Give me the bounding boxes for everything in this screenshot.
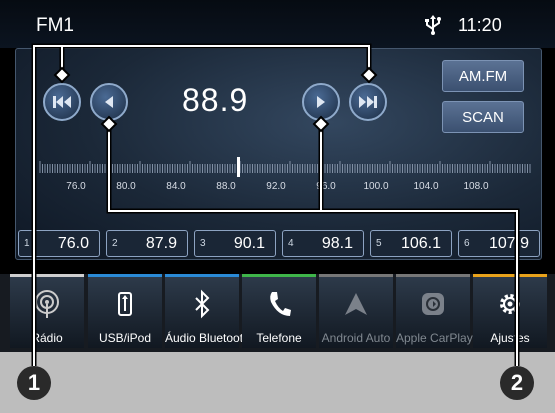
dock-label: Apple CarPlay [396,331,473,345]
preset-frequency: 90.1 [233,235,265,252]
preset-number: 6 [464,238,470,249]
dock-android-auto[interactable]: Android Auto [319,274,393,348]
preset-number: 4 [288,238,294,249]
skip-back-icon [53,96,71,108]
preset-frequency: 106.1 [400,235,441,252]
tuning-indicator[interactable] [237,157,240,177]
preset-number: 1 [24,238,30,249]
skip-forward-icon [359,96,377,108]
dock-phone[interactable]: Telefone [242,274,316,348]
dock-bluetooth-audio[interactable]: Áudio Bluetooth [165,274,250,348]
clock: 11:20 [458,15,502,35]
scale-label: 104.0 [413,181,439,192]
preset-button-3[interactable]: 3 90.1 [194,230,276,257]
dock-radio[interactable]: Rádio [10,274,84,348]
preset-number: 5 [376,238,382,249]
scale-label: 84.0 [166,181,186,192]
dock-label: Telefone [256,331,302,345]
preset-button-6[interactable]: 6 107.9 [458,230,540,257]
preset-frequency: 76.0 [57,235,89,252]
dock-label: Ajustes [490,331,530,345]
preset-frequency: 87.9 [145,235,177,252]
frequency-display: 88.9 [182,82,249,118]
scale-label: 100.0 [363,181,389,192]
am-fm-button[interactable]: AM.FM [442,60,524,92]
preset-number: 2 [112,238,118,249]
bluetooth-icon [195,289,210,319]
preset-bar: 1 76.0 2 87.9 3 90.1 4 98.1 5 106.1 6 10… [18,230,540,258]
scale-label: 76.0 [66,181,86,192]
preset-frequency: 107.9 [488,235,529,252]
tune-up-button[interactable] [302,83,340,121]
band-label: FM1 [36,15,74,36]
preset-button-4[interactable]: 4 98.1 [282,230,364,257]
usb-trident-icon [425,15,441,35]
dock-label: Áudio Bluetooth [165,331,250,345]
arrow-left-icon [105,96,113,108]
android-auto-icon [345,293,367,315]
callout-2: 2 [500,366,534,400]
dock-usb-ipod[interactable]: USB/iPod [88,274,162,348]
scale-label: 88.0 [216,181,236,192]
callout-1: 1 [17,366,51,400]
scale-label: 92.0 [266,181,286,192]
tune-down-button[interactable] [90,83,128,121]
frequency-scale[interactable] [32,157,532,177]
seek-back-button[interactable] [43,83,81,121]
gear-icon [500,294,520,314]
dock-label: USB/iPod [98,331,152,345]
dock-apple-carplay[interactable]: Apple CarPlay [396,274,473,348]
dock-label: Rádio [31,331,63,345]
preset-button-2[interactable]: 2 87.9 [106,230,188,257]
carplay-icon [422,293,444,315]
scale-label: 80.0 [116,181,136,192]
seek-forward-button[interactable] [349,83,387,121]
preset-frequency: 98.1 [321,235,353,252]
scale-label: 96.0 [316,181,336,192]
phone-icon [270,292,291,316]
scan-button[interactable]: SCAN [442,101,524,133]
status-bar: FM1 11:20 [0,0,555,48]
preset-number: 3 [200,238,206,249]
dock-settings[interactable]: Ajustes [473,274,547,348]
dock-label: Android Auto [321,331,391,345]
arrow-right-icon [317,96,325,108]
preset-button-5[interactable]: 5 106.1 [370,230,452,257]
head-unit-screen: FM1 11:20 88.9 AM.FM SCAN 76.0 80.0 84.0… [0,0,555,352]
scale-label: 108.0 [463,181,489,192]
usb-icon [118,292,132,316]
preset-button-1[interactable]: 1 76.0 [18,230,100,257]
radio-icon [35,290,59,318]
app-dock: Rádio USB/iPod Áudio Bluetooth Telefone [0,274,555,352]
